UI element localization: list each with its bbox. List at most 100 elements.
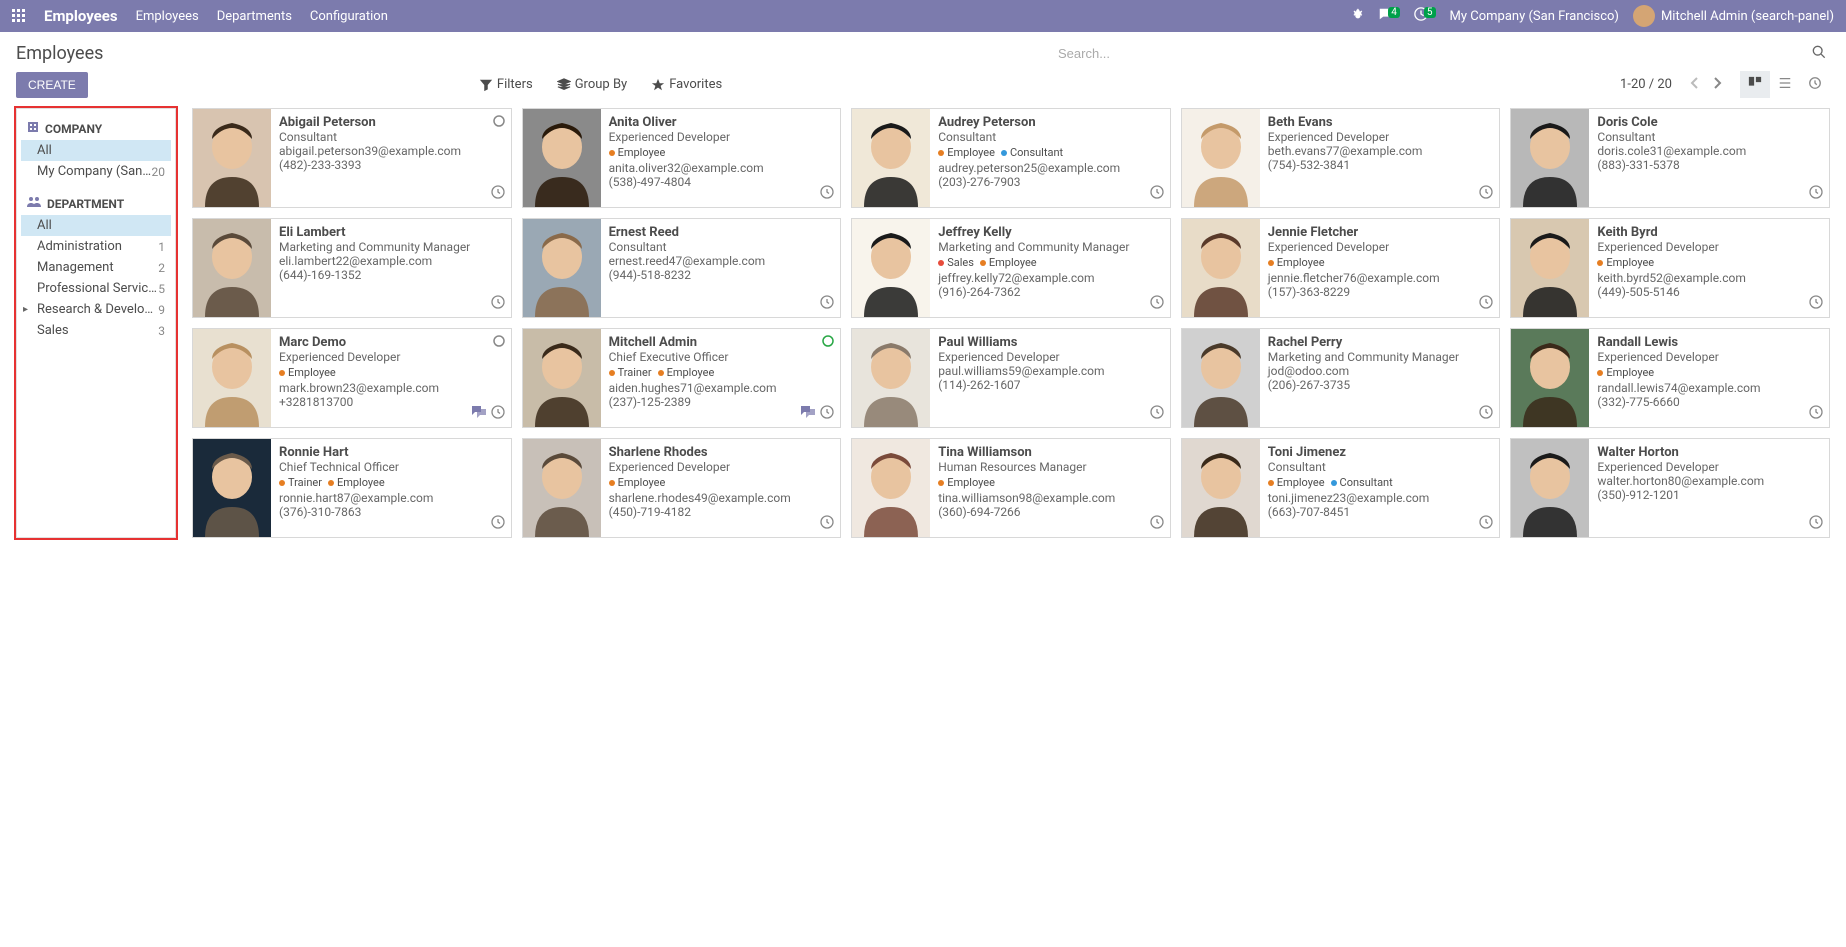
employee-tag: Employee — [980, 256, 1037, 269]
employee-card-body: Paul WilliamsExperienced Developerpaul.w… — [930, 329, 1170, 427]
sidebar-item-company[interactable]: All — [21, 140, 171, 161]
activity-clock-icon[interactable] — [1479, 405, 1493, 423]
employee-email: jeffrey.kelly72@example.com — [938, 271, 1162, 285]
kanban-icon — [1748, 76, 1762, 90]
activity-clock-icon[interactable] — [1479, 185, 1493, 203]
employee-card[interactable]: Audrey PetersonConsultantEmployeeConsult… — [851, 108, 1171, 208]
create-button[interactable]: CREATE — [16, 72, 88, 98]
caret-right-icon[interactable]: ▸ — [23, 304, 28, 315]
activity-clock-icon[interactable] — [820, 515, 834, 533]
nav-departments[interactable]: Departments — [217, 9, 292, 24]
employee-email: aiden.hughes71@example.com — [609, 381, 833, 395]
employee-card[interactable]: Jeffrey KellyMarketing and Community Man… — [851, 218, 1171, 318]
activity-view-button[interactable] — [1800, 71, 1830, 98]
employee-card[interactable]: Doris ColeConsultantdoris.cole31@example… — [1510, 108, 1830, 208]
chat-icon[interactable] — [800, 405, 816, 423]
sidebar-item-department[interactable]: Professional Services5 — [21, 278, 171, 299]
activity-clock-icon[interactable] — [1479, 515, 1493, 533]
debug-icon[interactable] — [1350, 7, 1364, 25]
sidebar-item-department[interactable]: Sales3 — [21, 320, 171, 341]
employee-card[interactable]: Sharlene RhodesExperienced DeveloperEmpl… — [522, 438, 842, 538]
tag-label: Employee — [1606, 366, 1654, 379]
tag-dot-icon — [328, 480, 334, 486]
employee-card[interactable]: Marc DemoExperienced DeveloperEmployeema… — [192, 328, 512, 428]
activity-clock-icon[interactable] — [491, 295, 505, 313]
employee-card[interactable]: Ronnie HartChief Technical OfficerTraine… — [192, 438, 512, 538]
employee-card[interactable]: Beth EvansExperienced Developerbeth.evan… — [1181, 108, 1501, 208]
activity-clock-icon[interactable] — [1150, 515, 1164, 533]
employee-tag: Employee — [658, 366, 715, 379]
activity-clock-icon[interactable] — [1809, 515, 1823, 533]
card-footer — [1150, 295, 1164, 313]
employee-card[interactable]: Anita OliverExperienced DeveloperEmploye… — [522, 108, 842, 208]
activity-clock-icon[interactable] — [1150, 405, 1164, 423]
groupby-menu[interactable]: Group By — [557, 77, 628, 92]
employee-photo — [852, 329, 930, 427]
employee-phone: (644)-169-1352 — [279, 268, 503, 282]
card-footer — [491, 185, 505, 203]
activity-clock-icon[interactable] — [491, 185, 505, 203]
employee-card[interactable]: Rachel PerryMarketing and Community Mana… — [1181, 328, 1501, 428]
employee-phone: (944)-518-8232 — [609, 268, 833, 282]
employee-phone: (157)-363-8229 — [1268, 285, 1492, 299]
tag-label: Employee — [989, 256, 1037, 269]
activity-clock-icon[interactable] — [1150, 185, 1164, 203]
sidebar-item-department[interactable]: ▸Research & Develop…9 — [21, 299, 171, 320]
sidebar-item-company[interactable]: My Company (San …20 — [21, 161, 171, 182]
chat-icon[interactable] — [471, 405, 487, 423]
employee-card[interactable]: Abigail PetersonConsultantabigail.peters… — [192, 108, 512, 208]
employee-card[interactable]: Toni JimenezConsultantEmployeeConsultant… — [1181, 438, 1501, 538]
employee-name: Beth Evans — [1268, 115, 1492, 130]
employee-email: ronnie.hart87@example.com — [279, 491, 503, 505]
nav-employees[interactable]: Employees — [136, 9, 199, 24]
employee-card[interactable]: Mitchell AdminChief Executive OfficerTra… — [522, 328, 842, 428]
nav-configuration[interactable]: Configuration — [310, 9, 388, 24]
employee-card-body: Marc DemoExperienced DeveloperEmployeema… — [271, 329, 511, 427]
employee-tag: Employee — [1597, 366, 1654, 379]
sidebar-item-count: 2 — [158, 261, 165, 275]
activities-icon[interactable]: 5 — [1414, 7, 1436, 25]
employee-card[interactable]: Eli LambertMarketing and Community Manag… — [192, 218, 512, 318]
employee-card-body: Beth EvansExperienced Developerbeth.evan… — [1260, 109, 1500, 207]
pager-next-button[interactable] — [1706, 73, 1728, 96]
pager-text[interactable]: 1-20 / 20 — [1620, 77, 1672, 92]
sidebar-item-department[interactable]: Management2 — [21, 257, 171, 278]
activity-clock-icon[interactable] — [1150, 295, 1164, 313]
activity-clock-icon[interactable] — [820, 295, 834, 313]
search-icon[interactable] — [1808, 41, 1830, 66]
activity-clock-icon[interactable] — [820, 405, 834, 423]
employee-card[interactable]: Paul WilliamsExperienced Developerpaul.w… — [851, 328, 1171, 428]
activity-clock-icon[interactable] — [820, 185, 834, 203]
employee-card[interactable]: Tina WilliamsonHuman Resources ManagerEm… — [851, 438, 1171, 538]
employee-card[interactable]: Keith ByrdExperienced DeveloperEmployeek… — [1510, 218, 1830, 318]
employee-tags: Employee — [938, 476, 1162, 489]
list-view-button[interactable] — [1770, 71, 1800, 98]
employee-card[interactable]: Randall LewisExperienced DeveloperEmploy… — [1510, 328, 1830, 428]
filters-menu[interactable]: Filters — [479, 77, 533, 92]
employee-job-title: Chief Executive Officer — [609, 350, 833, 364]
activity-clock-icon[interactable] — [1809, 295, 1823, 313]
favorites-menu[interactable]: Favorites — [651, 77, 722, 92]
activity-clock-icon[interactable] — [1809, 405, 1823, 423]
search-input[interactable] — [1058, 40, 1808, 67]
employee-email: abigail.peterson39@example.com — [279, 144, 503, 158]
user-menu[interactable]: Mitchell Admin (search-panel) — [1633, 5, 1834, 27]
employee-card[interactable]: Jennie FletcherExperienced DeveloperEmpl… — [1181, 218, 1501, 318]
messages-icon[interactable]: 4 — [1378, 7, 1400, 25]
company-switcher[interactable]: My Company (San Francisco) — [1450, 9, 1619, 24]
top-navbar: Employees Employees Departments Configur… — [0, 0, 1846, 32]
activity-clock-icon[interactable] — [1479, 295, 1493, 313]
employee-photo — [523, 109, 601, 207]
activity-clock-icon[interactable] — [1809, 185, 1823, 203]
app-brand[interactable]: Employees — [44, 7, 118, 25]
employee-card[interactable]: Ernest ReedConsultanternest.reed47@examp… — [522, 218, 842, 318]
activity-clock-icon[interactable] — [491, 405, 505, 423]
employee-card[interactable]: Walter HortonExperienced Developerwalter… — [1510, 438, 1830, 538]
pager-prev-button[interactable] — [1684, 73, 1706, 96]
sidebar-item-department[interactable]: Administration1 — [21, 236, 171, 257]
apps-icon[interactable] — [12, 9, 26, 23]
kanban-view-button[interactable] — [1740, 71, 1770, 98]
sidebar-item-department[interactable]: All — [21, 215, 171, 236]
card-footer — [1479, 185, 1493, 203]
activity-clock-icon[interactable] — [491, 515, 505, 533]
